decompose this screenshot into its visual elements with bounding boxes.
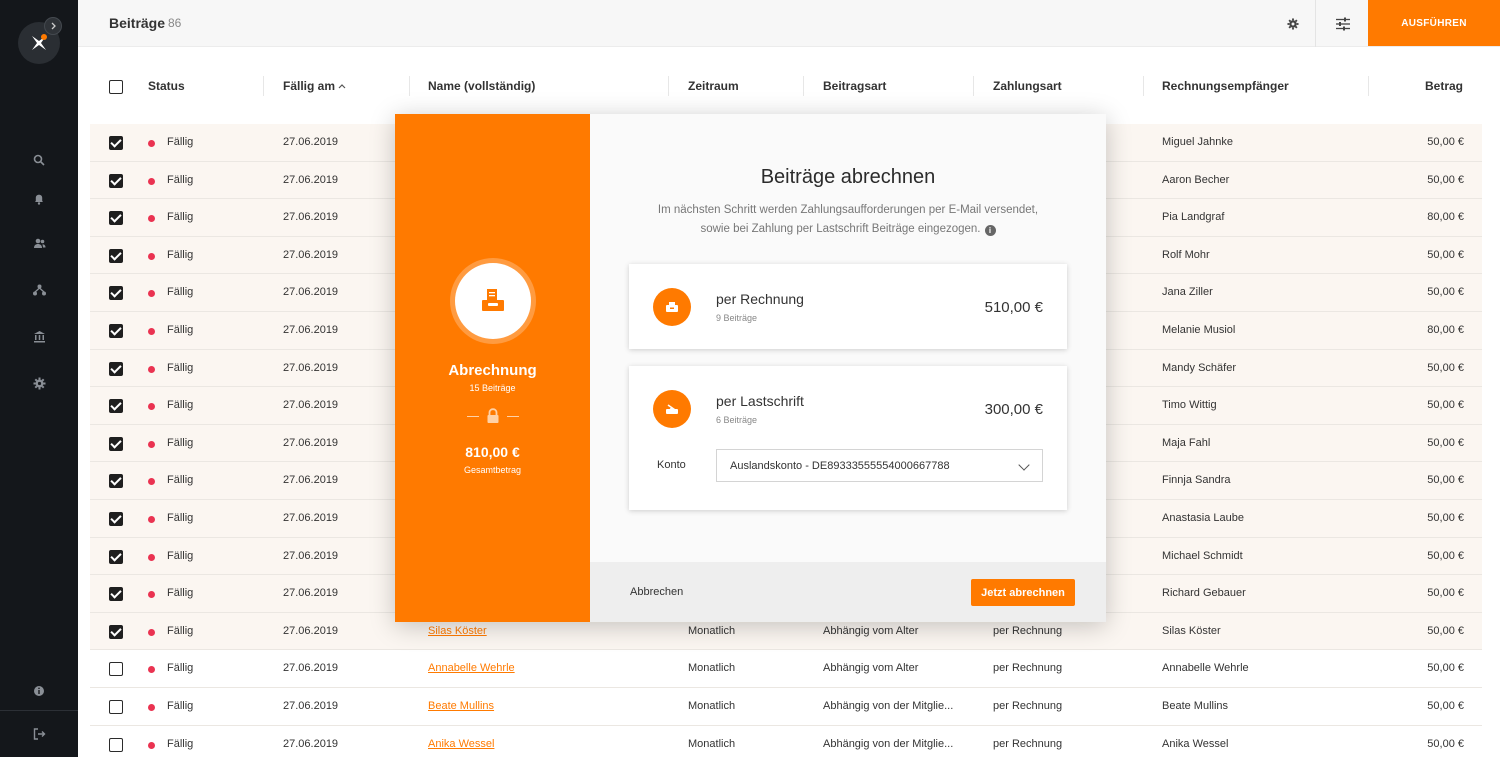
account-select-value: Auslandskonto - DE89333555554000667788 [730,460,950,472]
summary-title: Abrechnung [448,362,537,379]
inbox-icon [666,302,678,312]
summary-total-amount: 810,00 € [465,444,520,460]
cancel-button[interactable]: Abbrechen [630,586,683,598]
dialog-footer: Abbrechen Jetzt abrechnen [590,562,1106,622]
debit-count: 6 Beiträge [716,415,758,425]
divider-line [507,416,519,417]
divider-line [467,416,479,417]
billing-dialog: Abrechnung 15 Beiträge 810,00 € Gesamtbe… [395,114,1106,622]
invoice-card: per Rechnung 9 Beiträge 510,00 € [629,264,1067,349]
dialog-title: Beiträge abrechnen [760,166,936,188]
invoice-card-icon [653,288,691,326]
description-line-1: Im nächsten Schritt werden Zahlungsauffo… [657,204,1039,216]
invoice-amount: 510,00 € [984,299,1043,316]
summary-count: 15 Beiträge [469,383,516,393]
debit-title: per Lastschrift [716,393,804,409]
invoice-count: 9 Beiträge [716,313,758,323]
info-icon[interactable]: i [984,225,996,236]
debit-card: per Lastschrift 6 Beiträge 300,00 € Kont… [629,366,1067,510]
dialog-description: Im nächsten Schritt werden Zahlungsauffo… [630,201,1066,239]
debit-card-icon [653,390,691,428]
summary-total-label: Gesamtbetrag [463,465,522,475]
dialog-content: Beiträge abrechnen Im nächsten Schritt w… [590,114,1106,562]
account-label: Konto [657,459,686,471]
account-select[interactable]: Auslandskonto - DE89333555554000667788 [716,449,1043,482]
description-line-2: sowie bei Zahlung per Lastschrift Beiträ… [700,223,981,235]
chevron-down-icon [1018,459,1030,471]
summary-lock [467,408,519,424]
debit-amount: 300,00 € [984,401,1043,418]
invoice-title: per Rechnung [716,291,804,307]
lock-icon [487,408,499,423]
summary-panel: Abrechnung 15 Beiträge 810,00 € Gesamtbe… [395,114,590,622]
invoice-tray-icon [482,289,504,311]
debit-icon [666,404,678,414]
submit-billing-button[interactable]: Jetzt abrechnen [971,579,1075,606]
summary-icon-circle [455,263,531,339]
